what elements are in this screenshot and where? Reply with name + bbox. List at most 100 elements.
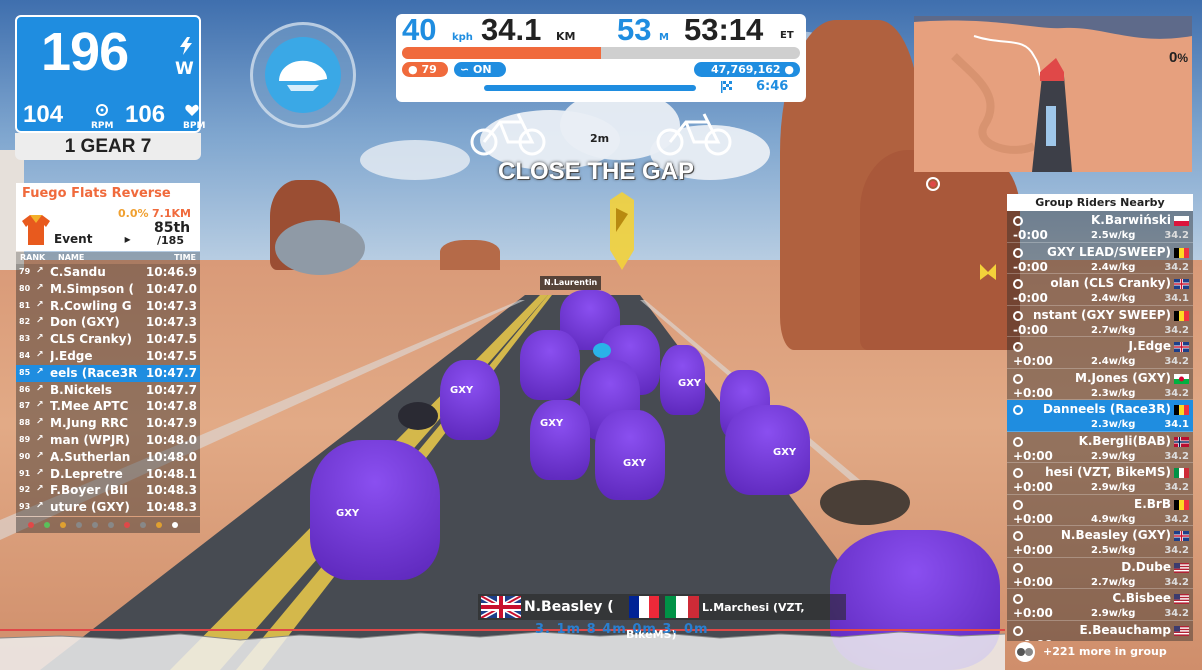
- rider-status-icon: [1013, 468, 1023, 478]
- pl-flag-icon: [1174, 216, 1189, 226]
- leaderboard-time: 10:47.7: [145, 382, 197, 397]
- group-rider-name: K.Barwiński: [1091, 213, 1171, 227]
- leaderboard-rank: 90: [19, 451, 31, 461]
- leaderboard-name: man (WPJR): [50, 432, 131, 447]
- close-the-gap-banner: CLOSE THE GAP: [498, 158, 695, 185]
- play-icon: ▸: [124, 232, 131, 246]
- rider-status-icon: [1013, 310, 1023, 321]
- group-rider-row[interactable]: olan (CLS Cranky) -0:00 2.4w/kg 34.1: [1007, 274, 1193, 306]
- leaderboard-rank: 92: [19, 485, 31, 495]
- group-rider-speed: 34.2: [1164, 356, 1189, 367]
- rider-arrow-icon: ↗: [36, 316, 44, 327]
- pager-dot: [60, 522, 66, 528]
- jersey-label: GXY: [623, 458, 647, 469]
- nametag-marchesi: L.Marchesi (VZT, BikeMS): [626, 594, 846, 641]
- gb-flag-icon: [1174, 279, 1189, 289]
- group-rider-row[interactable]: nstant (GXY SWEEP) -0:00 2.7w/kg 34.2: [1007, 305, 1193, 337]
- leaderboard-row: 79 ↗ C.Sandu 10:46.9: [16, 264, 200, 281]
- group-rider-speed: 34.2: [1164, 324, 1189, 336]
- rider-arrow-icon: ↗: [36, 501, 44, 512]
- group-rider-row[interactable]: E.Beauchamp+0:00: [1007, 620, 1193, 641]
- rider: [725, 405, 810, 495]
- group-rider-row[interactable]: K.Barwiński -0:00 2.5w/kg 34.2: [1007, 211, 1193, 243]
- group-rider-name: J.Edge: [1128, 339, 1171, 353]
- group-rider-row[interactable]: hesi (VZT, BikeMS) +0:00 2.9w/kg 34.2: [1007, 463, 1193, 495]
- event-label[interactable]: Event ▸: [54, 232, 131, 246]
- leaderboard-rank: 83: [19, 334, 31, 344]
- leaderboard-time: 10:47.5: [145, 332, 197, 347]
- leaderboard-time: 10:47.8: [145, 399, 197, 414]
- group-rider-row[interactable]: N.Beasley (GXY) +0:00 2.5w/kg 34.2: [1007, 526, 1193, 558]
- pager-dot: [124, 522, 130, 528]
- group-rider-speed: 34.2: [1164, 230, 1189, 241]
- group-rider-row[interactable]: Danneels (Race3R) 2.3w/kg 34.1: [1007, 400, 1193, 432]
- be-flag-icon: [1174, 310, 1189, 321]
- pager-dot: [140, 522, 146, 528]
- group-rider-wkg: 2.9w/kg: [1091, 608, 1136, 619]
- leaderboard-row: 93 ↗ uture (GXY) 10:48.3: [16, 499, 200, 516]
- power-unit: W: [175, 59, 194, 79]
- rider: [595, 410, 665, 500]
- helmet: [593, 343, 611, 358]
- marker-icon: [980, 264, 996, 280]
- elevation-value: 53: [617, 12, 652, 47]
- leaderboard-time: 10:47.3: [145, 298, 197, 313]
- group-rider-row[interactable]: M.Jones (GXY) +0:00 2.3w/kg 34.2: [1007, 368, 1193, 400]
- rider-arrow-icon: ↗: [36, 266, 44, 276]
- helmet-draft-icon: [279, 60, 327, 91]
- group-rider-wkg: 4.9w/kg: [1091, 513, 1136, 525]
- rider-status-icon: [1013, 247, 1023, 258]
- group-rider-name: Danneels (Race3R): [1042, 402, 1171, 416]
- leaderboard-rank: 87: [19, 401, 31, 411]
- group-rider-row[interactable]: D.Dube +0:00 2.7w/kg 34.2: [1007, 557, 1193, 589]
- group-rider-speed: 34.2: [1164, 513, 1189, 525]
- group-rider-name: C.Bisbee: [1112, 591, 1171, 605]
- leaderboard-pager[interactable]: [16, 517, 200, 533]
- leaderboard-name: F.Boyer (BII: [50, 483, 128, 498]
- rider-arrow-icon: ↗: [36, 450, 44, 461]
- distance-unit: KM: [556, 30, 576, 43]
- group-rider-row[interactable]: C.Bisbee +0:00 2.9w/kg 34.2: [1007, 589, 1193, 621]
- jersey-label: GXY: [450, 385, 474, 396]
- gb-flag-icon: [1174, 342, 1189, 352]
- be-flag-icon: [1174, 405, 1189, 415]
- group-rider-wkg: 2.9w/kg: [1091, 482, 1136, 493]
- bike-icon: [656, 113, 732, 156]
- pager-dot: [108, 522, 114, 528]
- rider-status-icon: [1013, 216, 1023, 226]
- group-rider-row[interactable]: E.BrB +0:00 4.9w/kg 34.2: [1007, 494, 1193, 526]
- leaderboard-name: uture (GXY): [50, 500, 130, 515]
- group-rider-row[interactable]: GXY LEAD/SWEEP) -0:00 2.4w/kg 34.2: [1007, 242, 1193, 274]
- group-rider-gap: +0:00: [1013, 385, 1053, 400]
- speed-unit: kph: [452, 32, 473, 43]
- group-rider-row[interactable]: K.Bergli(BAB) +0:00 2.9w/kg 34.2: [1007, 431, 1193, 463]
- group-rider-wkg: 2.7w/kg: [1091, 324, 1136, 336]
- group-rider-gap: +0:00: [1013, 574, 1053, 589]
- remaining-time: 6:46: [756, 79, 789, 94]
- gear-indicator: 1 GEAR 7: [15, 133, 201, 160]
- group-rider-row[interactable]: J.Edge +0:00 2.4w/kg 34.2: [1007, 337, 1193, 369]
- cap: [820, 480, 910, 525]
- leaderboard-time: 10:47.3: [145, 315, 197, 330]
- leaderboard-name: B.Nickels: [50, 382, 113, 397]
- group-rider-wkg: 2.4w/kg: [1091, 356, 1136, 367]
- group-rider-gap: +0:00: [1013, 511, 1053, 526]
- grade-readout: 0%: [1169, 49, 1188, 66]
- group-rider-gap: -0:00: [1013, 228, 1048, 242]
- us-flag-icon: [1174, 594, 1189, 604]
- rider-status-icon: [1013, 531, 1023, 541]
- group-rider-wkg: 2.5w/kg: [1091, 230, 1136, 241]
- bike-icon: [470, 113, 546, 156]
- total-riders: /185: [157, 234, 184, 247]
- header-rank: RANK: [20, 253, 46, 262]
- group-rider-wkg: 2.3w/kg: [1091, 387, 1136, 399]
- group-rider-name: E.BrB: [1134, 496, 1171, 511]
- nametag-left-name: N.Beasley (: [524, 599, 614, 615]
- heart-rate-value: 106: [125, 101, 166, 128]
- rider-arrow-icon: ↗: [36, 400, 44, 411]
- leaderboard-time: 10:48.1: [145, 466, 197, 481]
- pager-dot: [44, 522, 50, 528]
- group-rider-name: nstant (GXY SWEEP): [1033, 307, 1171, 322]
- pager-dot: [172, 522, 178, 528]
- lightning-icon: [180, 37, 192, 55]
